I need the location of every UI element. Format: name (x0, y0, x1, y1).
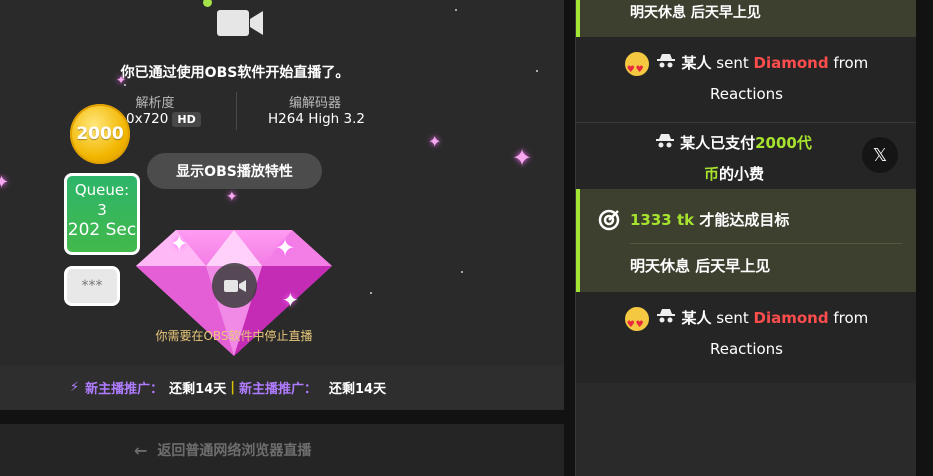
arrow-left-icon: ← (134, 440, 148, 460)
promo-bar: ⚡ 新主播推广： 还剩14天 | 新主播推广： 还剩14天 (0, 365, 564, 410)
gift-source: Reactions (710, 85, 783, 103)
gift-name: Diamond (753, 309, 829, 327)
divider: | (230, 380, 235, 395)
heart-eyes-emoji-icon (624, 51, 649, 86)
heart-eyes-emoji-icon (624, 306, 649, 341)
chat-message: 某人 sent Diamond from Reactions (576, 303, 916, 365)
codec-value: H264 High 3.2 (268, 111, 365, 127)
chat-username: 某人 (681, 309, 712, 327)
promo-label: 新主播推广： (239, 382, 318, 397)
queue-box: Queue: 3 202 Sec (64, 173, 140, 255)
goal-banner: 1333 tk 才能达成目标 明天休息 后天早上见 (576, 189, 916, 292)
chat-message: 某人 sent Diamond from Reactions (576, 48, 916, 110)
back-label: 返回普通网络浏览器直播 (157, 443, 312, 459)
chat-verb: sent (716, 54, 749, 72)
resolution-text: 0x720 (126, 111, 169, 127)
goal-line: 1333 tk 才能达成目标 (630, 209, 789, 230)
show-obs-features-button[interactable]: 显示OBS播放特性 (147, 153, 322, 189)
lightning-icon: ⚡ (70, 380, 80, 395)
divider (630, 243, 902, 244)
queue-time: 202 Sec (67, 220, 137, 240)
tip-message: 某人已支付2000代 币的小费 (584, 128, 884, 190)
hd-badge: HD (172, 112, 201, 127)
chat-input-area (576, 383, 916, 476)
sparkle-icon: ✦ (275, 234, 296, 262)
divider (576, 122, 916, 123)
camera-toggle-button[interactable] (212, 263, 257, 308)
queue-count: 3 (97, 201, 107, 219)
queue-label: Queue: (74, 181, 130, 199)
live-indicator-dot (203, 0, 212, 7)
sparkle-icon: ✦ (226, 189, 238, 205)
gift-source: Reactions (710, 340, 783, 358)
promo-value: 还剩14天 (329, 382, 387, 397)
stream-preview: ✦ ✦ ✦ ✦ ✦ 你已通过使用OBS软件开始直播了。 解析度 0x720 HD … (0, 0, 564, 410)
sparkle-icon: ✦ (512, 144, 533, 172)
sparkle-icon: ✦ (428, 132, 442, 151)
goal-subtext: 明天休息 后天早上见 (630, 5, 761, 21)
tip-user: 某人已支付 (680, 134, 756, 152)
chat-panel: 明天休息 后天早上见 某人 sent Diamond from Reaction… (575, 0, 916, 476)
chat-username: 某人 (681, 54, 712, 72)
stop-stream-hint: 你需要在OBS软件中停止直播 (155, 329, 313, 343)
sparkle-icon: ✦ (282, 288, 299, 312)
goal-banner-top: 明天休息 后天早上见 (576, 0, 916, 37)
video-camera-icon (223, 279, 246, 292)
target-icon (598, 209, 620, 231)
spy-icon (656, 128, 675, 159)
tip-currency: 币 (703, 165, 719, 183)
resolution-label: 解析度 (135, 96, 175, 111)
hidden-value-button[interactable]: *** (64, 266, 120, 306)
spy-icon (657, 303, 676, 334)
chat-from: from (833, 54, 869, 72)
goal-subtext: 明天休息 后天早上见 (630, 257, 771, 275)
x-logo-button[interactable]: 𝕏 (862, 137, 898, 173)
goal-text: 才能达成目标 (699, 211, 790, 229)
sparkle-icon: ✦ (0, 172, 10, 193)
gift-name: Diamond (753, 54, 829, 72)
resolution-value: 0x720 HD (126, 111, 201, 127)
video-camera-icon (217, 10, 263, 36)
tip-suffix: 的小费 (719, 165, 765, 183)
back-to-browser-stream-button[interactable]: ← 返回普通网络浏览器直播 (0, 424, 564, 476)
tip-amount: 2000代 (755, 134, 812, 152)
sparkle-icon: ✦ (170, 232, 189, 257)
promo-value: 还剩14天 (169, 382, 227, 397)
obs-status-message: 你已通过使用OBS软件开始直播了。 (120, 65, 350, 81)
goal-amount: 1333 tk (630, 211, 695, 229)
coin-badge: 2000 (70, 104, 130, 164)
chat-from: from (833, 309, 869, 327)
codec-label: 编解码器 (288, 96, 341, 111)
spy-icon (657, 48, 676, 79)
chat-verb: sent (716, 309, 749, 327)
promo-label: 新主播推广： (85, 382, 164, 397)
divider (236, 92, 237, 130)
